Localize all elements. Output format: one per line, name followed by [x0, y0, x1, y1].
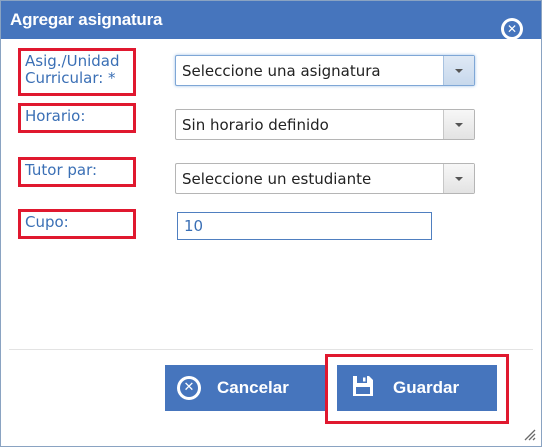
resize-handle-icon[interactable] — [524, 429, 536, 441]
cancel-button[interactable]: ✕ Cancelar — [165, 365, 325, 411]
asignatura-label-line1: Asig./Unidad — [25, 52, 120, 70]
horario-label-text: Horario: — [25, 107, 86, 125]
horario-select-value: Sin horario definido — [182, 116, 329, 134]
add-subject-dialog: Agregar asignatura ✕ Asig./Unidad Curric… — [0, 0, 542, 447]
chevron-down-icon[interactable] — [443, 164, 474, 193]
chevron-down-icon[interactable] — [443, 56, 474, 85]
tutor-label: Tutor par: — [18, 157, 136, 187]
tutor-select[interactable]: Seleccione un estudiante — [175, 163, 475, 194]
chevron-down-icon[interactable] — [443, 110, 474, 139]
close-button[interactable]: ✕ — [501, 18, 523, 40]
dialog-title: Agregar asignatura — [10, 10, 163, 29]
cancel-circle-icon: ✕ — [177, 376, 201, 400]
tutor-label-text: Tutor par: — [25, 161, 98, 179]
save-button-label: Guardar — [393, 378, 460, 397]
horario-label: Horario: — [18, 103, 136, 133]
asignatura-label-line2: Curricular: * — [25, 69, 116, 87]
cupo-input[interactable] — [177, 212, 432, 240]
cupo-label-text: Cupo: — [25, 213, 69, 231]
tutor-select-value: Seleccione un estudiante — [182, 170, 372, 188]
asignatura-select-value: Seleccione una asignatura — [182, 62, 381, 80]
save-button[interactable]: Guardar — [337, 365, 497, 411]
dialog-titlebar: Agregar asignatura ✕ — [1, 1, 541, 40]
footer-divider — [9, 349, 533, 350]
asignatura-select[interactable]: Seleccione una asignatura — [175, 55, 475, 86]
close-circle-icon: ✕ — [504, 21, 520, 37]
floppy-disk-icon — [351, 374, 375, 403]
cupo-label: Cupo: — [18, 209, 136, 239]
asignatura-label: Asig./Unidad Curricular: * — [18, 48, 136, 96]
cancel-button-label: Cancelar — [217, 378, 289, 397]
horario-select[interactable]: Sin horario definido — [175, 109, 475, 140]
